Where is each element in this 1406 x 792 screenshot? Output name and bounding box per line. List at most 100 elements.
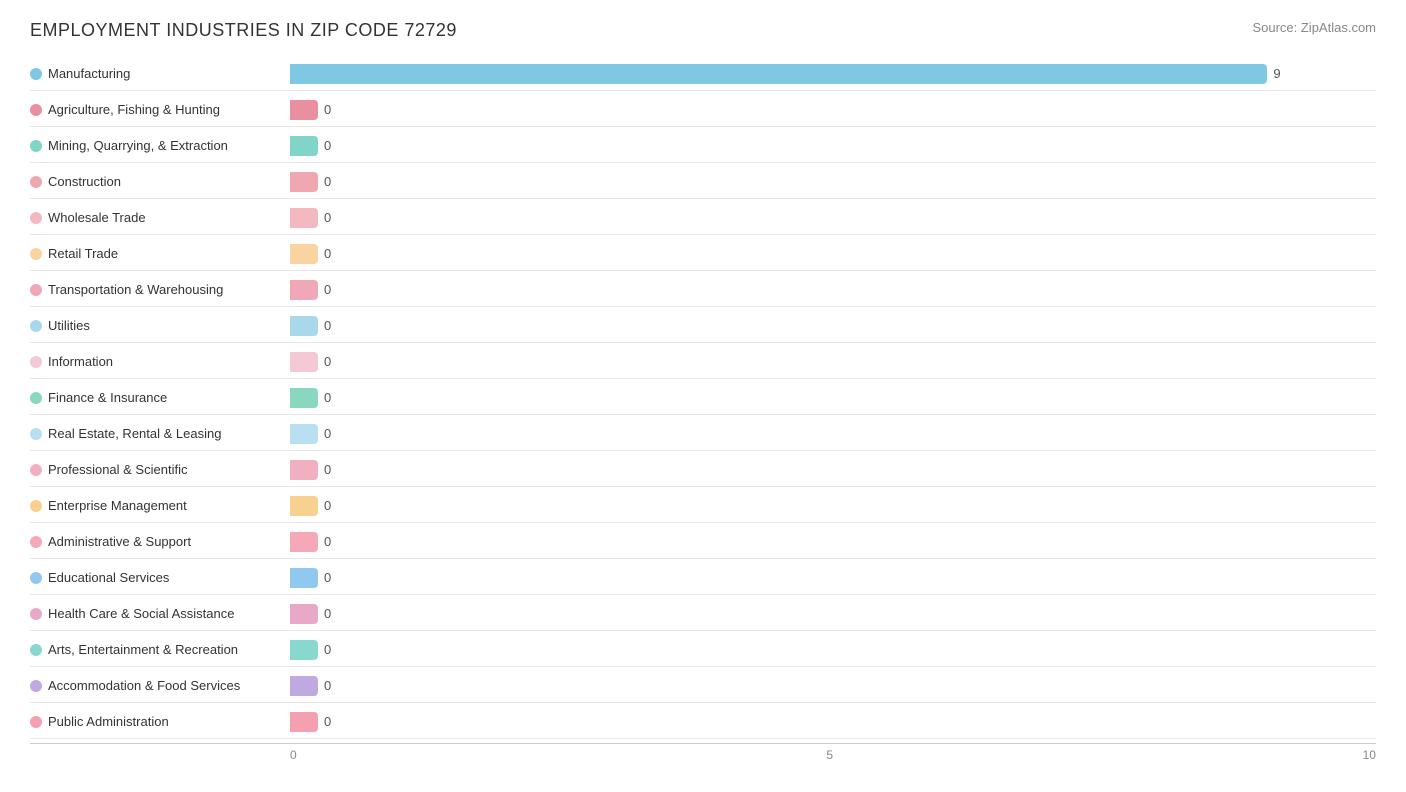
bar-label: Real Estate, Rental & Leasing: [30, 426, 290, 441]
bar-row: Administrative & Support 0: [30, 525, 1376, 559]
bar-value: 0: [324, 462, 331, 477]
bar-fill: [290, 208, 318, 228]
bar-value: 0: [324, 318, 331, 333]
bar-value: 0: [324, 354, 331, 369]
bar-container: 0: [290, 100, 1376, 120]
bar-value: 0: [324, 714, 331, 729]
bar-fill: [290, 604, 318, 624]
bar-label: Mining, Quarrying, & Extraction: [30, 138, 290, 153]
bar-value: 0: [324, 570, 331, 585]
bar-container: 9: [290, 64, 1376, 84]
x-axis: 0510: [290, 748, 1376, 762]
bar-value: 0: [324, 138, 331, 153]
chart-title: EMPLOYMENT INDUSTRIES IN ZIP CODE 72729: [30, 20, 457, 41]
bar-label-text: Professional & Scientific: [48, 462, 187, 477]
bar-fill: [290, 64, 1267, 84]
bar-fill: [290, 172, 318, 192]
bar-label: Administrative & Support: [30, 534, 290, 549]
bar-label-text: Manufacturing: [48, 66, 130, 81]
bar-container: 0: [290, 568, 1376, 588]
bar-label: Professional & Scientific: [30, 462, 290, 477]
bar-row: Educational Services 0: [30, 561, 1376, 595]
bar-fill: [290, 532, 318, 552]
bar-label: Manufacturing: [30, 66, 290, 81]
bar-label: Enterprise Management: [30, 498, 290, 513]
bar-label-text: Educational Services: [48, 570, 169, 585]
bar-fill: [290, 712, 318, 732]
bar-container: 0: [290, 352, 1376, 372]
bar-label-text: Information: [48, 354, 113, 369]
bar-fill: [290, 460, 318, 480]
bar-row: Manufacturing 9: [30, 57, 1376, 91]
bar-label: Agriculture, Fishing & Hunting: [30, 102, 290, 117]
bar-label-text: Agriculture, Fishing & Hunting: [48, 102, 220, 117]
bar-value: 9: [1273, 66, 1280, 81]
bar-container: 0: [290, 532, 1376, 552]
bar-value: 0: [324, 426, 331, 441]
bar-value: 0: [324, 210, 331, 225]
bar-row: Public Administration 0: [30, 705, 1376, 739]
bar-label: Arts, Entertainment & Recreation: [30, 642, 290, 657]
bar-label-text: Utilities: [48, 318, 90, 333]
bar-label-text: Transportation & Warehousing: [48, 282, 223, 297]
bar-dot: [30, 68, 42, 80]
bar-dot: [30, 572, 42, 584]
source-label: Source: ZipAtlas.com: [1252, 20, 1376, 35]
bar-label-text: Accommodation & Food Services: [48, 678, 240, 693]
bar-container: 0: [290, 604, 1376, 624]
bar-row: Retail Trade 0: [30, 237, 1376, 271]
bar-row: Finance & Insurance 0: [30, 381, 1376, 415]
bar-container: 0: [290, 460, 1376, 480]
bar-label-text: Retail Trade: [48, 246, 118, 261]
bar-dot: [30, 140, 42, 152]
bar-dot: [30, 608, 42, 620]
bar-container: 0: [290, 208, 1376, 228]
bar-row: Professional & Scientific 0: [30, 453, 1376, 487]
bar-container: 0: [290, 244, 1376, 264]
bar-row: Enterprise Management0: [30, 489, 1376, 523]
bar-dot: [30, 248, 42, 260]
bar-fill: [290, 424, 318, 444]
bar-container: 0: [290, 388, 1376, 408]
bar-label-text: Administrative & Support: [48, 534, 191, 549]
bar-container: 0: [290, 496, 1376, 516]
bar-container: 0: [290, 316, 1376, 336]
bar-dot: [30, 464, 42, 476]
bar-label: Public Administration: [30, 714, 290, 729]
bar-label-text: Wholesale Trade: [48, 210, 146, 225]
bar-label: Educational Services: [30, 570, 290, 585]
bar-label: Wholesale Trade: [30, 210, 290, 225]
bar-dot: [30, 536, 42, 548]
bar-row: Accommodation & Food Services 0: [30, 669, 1376, 703]
bar-row: Utilities 0: [30, 309, 1376, 343]
bar-value: 0: [324, 390, 331, 405]
bar-label: Retail Trade: [30, 246, 290, 261]
bar-row: Agriculture, Fishing & Hunting 0: [30, 93, 1376, 127]
bar-dot: [30, 320, 42, 332]
bar-row: Arts, Entertainment & Recreation 0: [30, 633, 1376, 667]
bar-container: 0: [290, 280, 1376, 300]
bar-dot: [30, 392, 42, 404]
bar-value: 0: [324, 246, 331, 261]
bar-label: Finance & Insurance: [30, 390, 290, 405]
bar-dot: [30, 212, 42, 224]
bar-container: 0: [290, 640, 1376, 660]
bar-label-text: Arts, Entertainment & Recreation: [48, 642, 238, 657]
bar-label-text: Finance & Insurance: [48, 390, 167, 405]
bar-dot: [30, 500, 42, 512]
x-tick: 0: [290, 748, 297, 762]
bar-value: 0: [324, 606, 331, 621]
bar-row: Information 0: [30, 345, 1376, 379]
page-container: EMPLOYMENT INDUSTRIES IN ZIP CODE 72729 …: [30, 20, 1376, 762]
bar-value: 0: [324, 282, 331, 297]
bar-row: Transportation & Warehousing 0: [30, 273, 1376, 307]
bar-label: Accommodation & Food Services: [30, 678, 290, 693]
bar-row: Construction0: [30, 165, 1376, 199]
bar-dot: [30, 356, 42, 368]
x-tick: 10: [1363, 748, 1376, 762]
bar-row: Mining, Quarrying, & Extraction 0: [30, 129, 1376, 163]
bar-value: 0: [324, 678, 331, 693]
bar-container: 0: [290, 172, 1376, 192]
bar-fill: [290, 640, 318, 660]
bar-value: 0: [324, 174, 331, 189]
